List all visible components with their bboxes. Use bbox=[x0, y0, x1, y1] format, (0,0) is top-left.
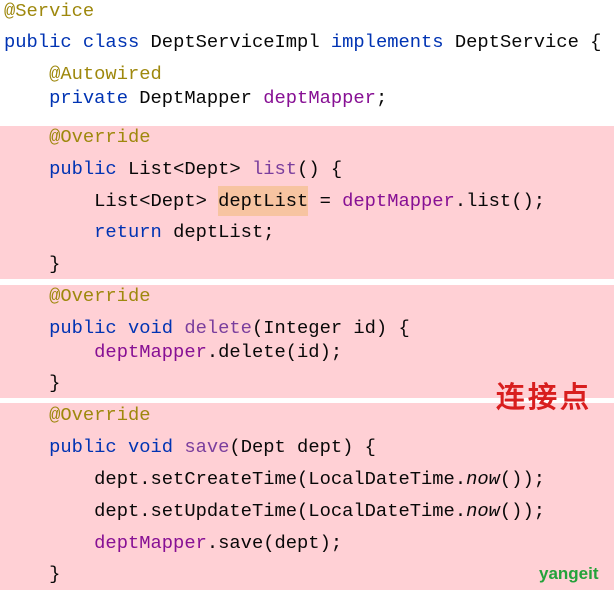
code-line: } bbox=[4, 563, 60, 585]
code-token: .delete(id); bbox=[206, 341, 343, 363]
code-token: @Override bbox=[49, 285, 151, 307]
code-line: @Autowired bbox=[4, 63, 162, 85]
code-line: @Override bbox=[4, 126, 151, 148]
code-line: @Service bbox=[4, 0, 94, 22]
code-token: public bbox=[49, 158, 128, 180]
code-token: (Dept dept) { bbox=[229, 436, 376, 458]
code-token: public class bbox=[4, 31, 151, 53]
code-token: DeptMapper bbox=[139, 87, 264, 109]
code-token: (Integer id) { bbox=[251, 317, 410, 339]
code-line: return deptList; bbox=[4, 221, 275, 243]
code-token: = bbox=[308, 190, 343, 212]
code-line: public List<Dept> list() { bbox=[4, 158, 342, 180]
code-token: .save(dept); bbox=[206, 532, 343, 554]
watermark-logo: yangeit bbox=[539, 564, 599, 583]
code-line: deptMapper.save(dept); bbox=[4, 532, 342, 554]
code-token: ()); bbox=[499, 500, 545, 522]
code-token: list bbox=[251, 158, 298, 180]
code-token: @Autowired bbox=[49, 63, 162, 85]
code-line: public void delete(Integer id) { bbox=[4, 317, 410, 339]
code-token: deptMapper bbox=[342, 190, 455, 212]
code-token: deptMapper bbox=[94, 532, 207, 554]
code-token: List<Dept> bbox=[127, 158, 252, 180]
code-line: @Override bbox=[4, 404, 151, 426]
code-token: deptMapper bbox=[94, 341, 207, 363]
code-token: deptList; bbox=[173, 221, 275, 243]
code-listing: @Service public class DeptServiceImpl imp… bbox=[0, 0, 614, 593]
code-token: .list(); bbox=[454, 190, 546, 212]
code-token: public void bbox=[49, 317, 185, 339]
highlighted-variable: deptList bbox=[218, 186, 309, 216]
code-line: @Override bbox=[4, 285, 151, 307]
code-token: } bbox=[49, 253, 61, 275]
code-token: List<Dept> bbox=[94, 190, 219, 212]
code-token: delete bbox=[184, 317, 252, 339]
code-token: @Service bbox=[4, 0, 95, 22]
code-token: () { bbox=[297, 158, 343, 180]
code-line: dept.setUpdateTime(LocalDateTime.now()); bbox=[4, 500, 545, 522]
code-token: @Override bbox=[49, 126, 151, 148]
join-point-label: 连接点 bbox=[496, 380, 593, 414]
code-token: public void bbox=[49, 436, 185, 458]
code-line: public void save(Dept dept) { bbox=[4, 436, 376, 458]
code-token: DeptServiceImpl bbox=[150, 31, 331, 53]
code-token: dept.setUpdateTime(LocalDateTime. bbox=[94, 500, 467, 522]
code-line: private DeptMapper deptMapper; bbox=[4, 87, 387, 109]
code-line: deptMapper.delete(id); bbox=[4, 341, 342, 363]
code-token: dept.setCreateTime(LocalDateTime. bbox=[94, 468, 467, 490]
code-line: } bbox=[4, 372, 60, 394]
code-line: public class DeptServiceImpl implements … bbox=[4, 31, 601, 53]
code-line: List<Dept> deptList = deptMapper.list(); bbox=[4, 186, 546, 216]
code-token: private bbox=[49, 87, 140, 109]
code-token: return bbox=[94, 221, 174, 243]
code-token: now bbox=[466, 500, 500, 522]
code-token: implements bbox=[330, 31, 455, 53]
code-token: } bbox=[49, 372, 61, 394]
code-token: ; bbox=[375, 87, 388, 109]
code-token: save bbox=[184, 436, 230, 458]
code-token: deptMapper bbox=[263, 87, 376, 109]
code-token: } bbox=[49, 563, 61, 585]
code-token: now bbox=[466, 468, 500, 490]
code-token: @Override bbox=[49, 404, 151, 426]
code-token: DeptService { bbox=[454, 31, 602, 53]
code-line: } bbox=[4, 253, 60, 275]
code-token: ()); bbox=[499, 468, 545, 490]
code-snippet-view: @Service public class DeptServiceImpl imp… bbox=[0, 0, 614, 593]
code-line: dept.setCreateTime(LocalDateTime.now()); bbox=[4, 468, 545, 490]
